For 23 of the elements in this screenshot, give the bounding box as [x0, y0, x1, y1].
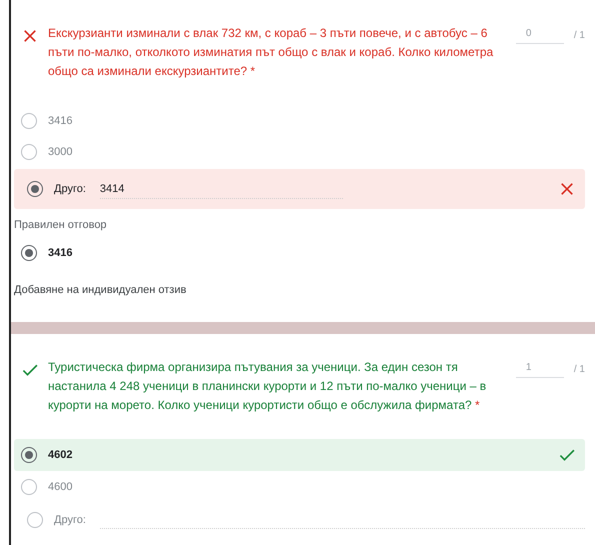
radio-button[interactable]	[27, 181, 43, 197]
radio-button[interactable]	[21, 112, 37, 128]
radio-button[interactable]	[21, 244, 37, 260]
max-score: / 1	[574, 364, 585, 375]
option-label: Друго:	[54, 514, 86, 526]
required-mark: *	[475, 398, 480, 412]
radio-button[interactable]	[21, 478, 37, 494]
radio-button[interactable]	[21, 144, 37, 160]
section-heading: Правилен отговор	[14, 219, 108, 231]
question-text: Туристическа фирма организира пътувания за ученици. За един сезон тя настанила 4 248 ученици в планински курорти и 12 пъти по-малко ученици – в курорти на морето. Колко ученици курортисти общо е обслужила фирмата? *	[48, 359, 488, 414]
max-score: / 1	[574, 30, 585, 41]
option-label: 4600	[48, 480, 72, 492]
question-text: Екскурзианти изминали с влак 732 км, с кораб – 3 пъти повече, и с автобус – 6 пъти по-малко, отколкото изминатия път общо с влак и кораб. Колко километра общо са изминали екскурзиантите? *	[48, 25, 494, 80]
option-label: 3416	[48, 246, 72, 258]
feedback-link[interactable]: Добавяне на индивидуален отзив	[14, 284, 186, 296]
option-label: 4602	[48, 449, 72, 461]
option-label: 3416	[48, 114, 72, 126]
required-mark: *	[250, 64, 256, 78]
radio-button[interactable]	[21, 447, 37, 463]
radio-button[interactable]	[27, 512, 43, 528]
option-label: 3000	[48, 146, 72, 158]
option-label: Друго:	[54, 183, 86, 195]
other-field[interactable]: 3414	[100, 180, 343, 198]
